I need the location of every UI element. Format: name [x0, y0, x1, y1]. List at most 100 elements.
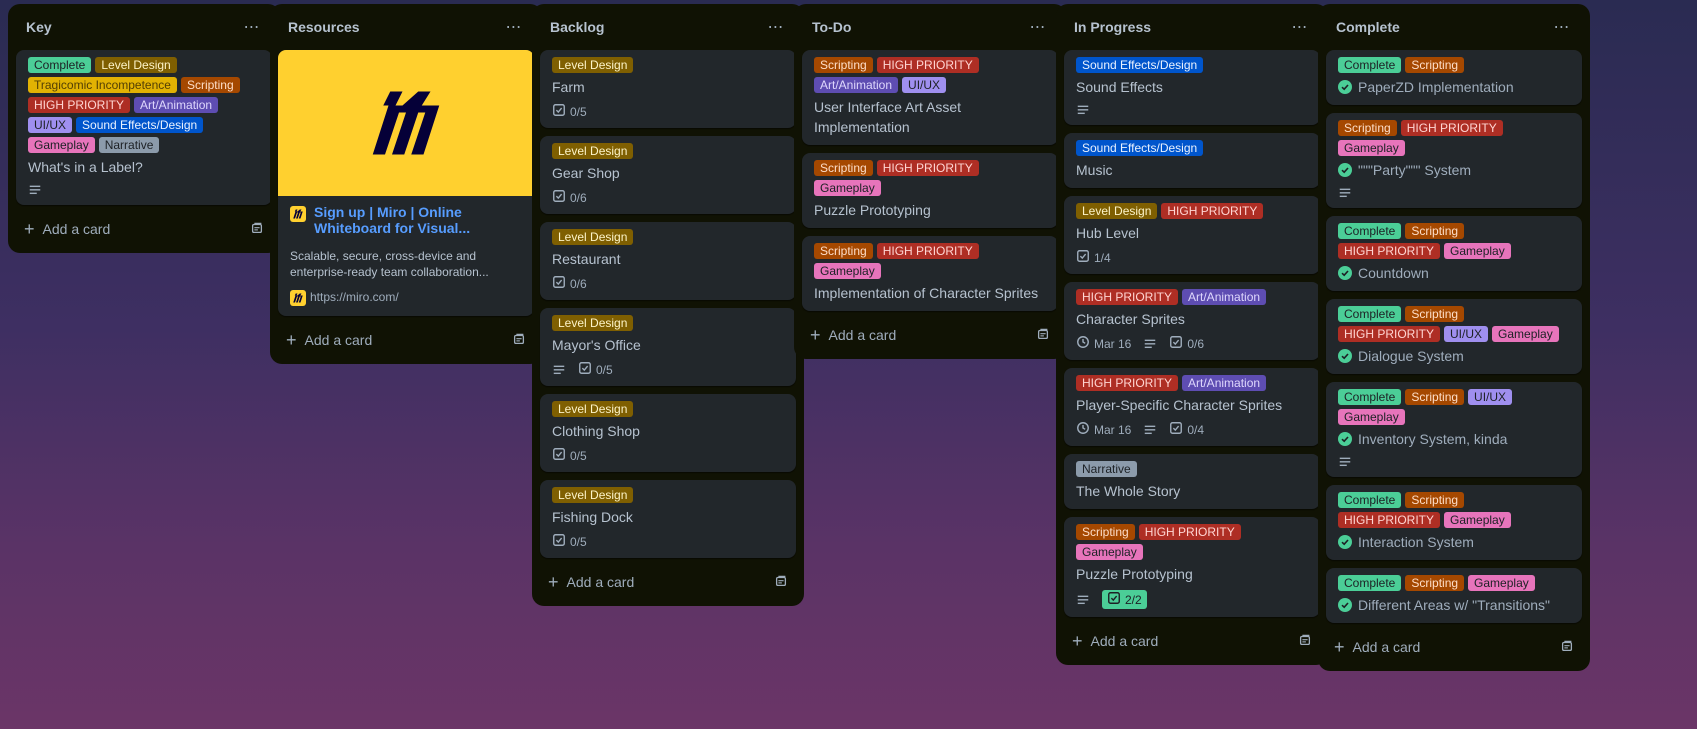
card[interactable]: Narrative The Whole Story — [1064, 454, 1320, 509]
card-template-icon[interactable] — [1298, 633, 1312, 650]
more-horizontal-icon[interactable]: ⋯ — [1026, 17, 1050, 37]
label-sound-effects-design[interactable]: Sound Effects/Design — [76, 117, 204, 133]
label-ui-ux[interactable]: UI/UX — [1468, 389, 1513, 405]
label-complete[interactable]: Complete — [1338, 57, 1402, 73]
label-scripting[interactable]: Scripting — [1405, 389, 1465, 405]
label-ui-ux[interactable]: UI/UX — [1444, 326, 1489, 342]
label-scripting[interactable]: Scripting — [814, 57, 873, 73]
label-gameplay[interactable]: Gameplay — [1444, 243, 1511, 259]
label-high-priority[interactable]: HIGH PRIORITY — [1138, 524, 1241, 540]
label-high-priority[interactable]: HIGH PRIORITY — [1400, 120, 1503, 136]
due-date-badge[interactable]: Mar 16 — [1076, 335, 1131, 352]
label-gameplay[interactable]: Gameplay — [28, 137, 95, 153]
list-title[interactable]: In Progress — [1074, 19, 1151, 35]
card[interactable]: Complete Scripting HIGH PRIORITY UI/UX Gamep… — [1326, 299, 1582, 374]
list-title[interactable]: To-Do — [812, 19, 851, 35]
card[interactable]: Complete Scripting UI/UX Gameplay Inventory … — [1326, 382, 1582, 477]
label-ui-ux[interactable]: UI/UX — [28, 117, 73, 133]
check-circle-icon[interactable] — [1338, 266, 1352, 280]
card[interactable]: Complete Scripting HIGH PRIORITY Gameplay In… — [1326, 485, 1582, 560]
add-card-button[interactable]: + Add a card — [1334, 638, 1420, 656]
card[interactable]: Complete Scripting Gameplay Different Areas… — [1326, 568, 1582, 623]
link-title-row[interactable]: Sign up | Miro | Online Whiteboard for V… — [290, 204, 522, 236]
label-complete[interactable]: Complete — [1338, 575, 1402, 591]
check-circle-icon[interactable] — [1338, 80, 1352, 94]
label-gameplay[interactable]: Gameplay — [814, 180, 881, 196]
link-title[interactable]: Sign up | Miro | Online Whiteboard for V… — [314, 204, 522, 236]
label-high-priority[interactable]: HIGH PRIORITY — [1076, 375, 1179, 391]
list-title[interactable]: Complete — [1336, 19, 1400, 35]
check-circle-icon[interactable] — [1338, 432, 1352, 446]
more-horizontal-icon[interactable]: ⋯ — [502, 17, 526, 37]
label-sound-effects-design[interactable]: Sound Effects/Design — [1076, 140, 1204, 156]
label-complete[interactable]: Complete — [28, 57, 92, 73]
card[interactable]: Level Design HIGH PRIORITY Hub Level 1/4 — [1064, 196, 1320, 274]
add-card-button[interactable]: + Add a card — [548, 573, 634, 591]
card[interactable]: Sound Effects/Design Sound Effects — [1064, 50, 1320, 125]
label-level-design[interactable]: Level Design — [552, 315, 634, 331]
more-horizontal-icon[interactable]: ⋯ — [764, 17, 788, 37]
label-gameplay[interactable]: Gameplay — [1492, 326, 1559, 342]
label-ui-ux[interactable]: UI/UX — [902, 77, 947, 93]
label-art-animation[interactable]: Art/Animation — [1182, 375, 1267, 391]
label-tragicomic-incompetence[interactable]: Tragicomic Incompetence — [28, 77, 177, 93]
label-gameplay[interactable]: Gameplay — [1468, 575, 1535, 591]
card[interactable]: Level Design Clothing Shop 0/5 — [540, 394, 796, 472]
label-scripting[interactable]: Scripting — [180, 77, 240, 93]
label-gameplay[interactable]: Gameplay — [1076, 544, 1143, 560]
label-art-animation[interactable]: Art/Animation — [134, 97, 219, 113]
label-high-priority[interactable]: HIGH PRIORITY — [1338, 512, 1441, 528]
card-template-icon[interactable] — [1560, 639, 1574, 656]
card[interactable]: Complete Scripting PaperZD Implementation — [1326, 50, 1582, 105]
label-high-priority[interactable]: HIGH PRIORITY — [28, 97, 131, 113]
label-scripting[interactable]: Scripting — [814, 243, 873, 259]
card[interactable]: Complete Level Design Tragicomic Incompete… — [16, 50, 272, 205]
list-title[interactable]: Backlog — [550, 19, 604, 35]
list-title[interactable]: Key — [26, 19, 52, 35]
link-cover-image[interactable] — [278, 50, 534, 196]
card[interactable]: Scripting HIGH PRIORITY Gameplay Implementa… — [802, 236, 1058, 311]
label-gameplay[interactable]: Gameplay — [1444, 512, 1511, 528]
label-level-design[interactable]: Level Design — [552, 401, 634, 417]
add-card-button[interactable]: + Add a card — [24, 220, 110, 238]
more-horizontal-icon[interactable]: ⋯ — [240, 17, 264, 37]
label-high-priority[interactable]: HIGH PRIORITY — [876, 57, 979, 73]
label-scripting[interactable]: Scripting — [1405, 306, 1465, 322]
more-horizontal-icon[interactable]: ⋯ — [1550, 17, 1574, 37]
label-gameplay[interactable]: Gameplay — [814, 263, 881, 279]
label-level-design[interactable]: Level Design — [552, 143, 634, 159]
check-circle-icon[interactable] — [1338, 535, 1352, 549]
link-card[interactable]: Sign up | Miro | Online Whiteboard for V… — [278, 50, 534, 316]
label-level-design[interactable]: Level Design — [552, 229, 634, 245]
label-scripting[interactable]: Scripting — [1405, 575, 1465, 591]
label-scripting[interactable]: Scripting — [1405, 492, 1465, 508]
label-sound-effects-design[interactable]: Sound Effects/Design — [1076, 57, 1204, 73]
link-url[interactable]: https://miro.com/ — [290, 288, 522, 306]
card-template-icon[interactable] — [512, 332, 526, 349]
label-narrative[interactable]: Narrative — [98, 137, 160, 153]
add-card-button[interactable]: + Add a card — [1072, 632, 1158, 650]
card-template-icon[interactable] — [250, 221, 264, 238]
label-art-animation[interactable]: Art/Animation — [814, 77, 899, 93]
card[interactable]: Scripting HIGH PRIORITY Gameplay Puzzle Pro… — [1064, 517, 1320, 617]
card[interactable]: Complete Scripting HIGH PRIORITY Gameplay Co… — [1326, 216, 1582, 291]
label-level-design[interactable]: Level Design — [552, 57, 634, 73]
card[interactable]: HIGH PRIORITY Art/Animation Character Spri… — [1064, 282, 1320, 360]
label-level-design[interactable]: Level Design — [1076, 203, 1158, 219]
label-gameplay[interactable]: Gameplay — [1338, 140, 1405, 156]
card-template-icon[interactable] — [774, 574, 788, 591]
card[interactable]: Level Design Mayor's Office 0/5 — [540, 308, 796, 386]
label-art-animation[interactable]: Art/Animation — [1182, 289, 1267, 305]
label-high-priority[interactable]: HIGH PRIORITY — [1076, 289, 1179, 305]
check-circle-icon[interactable] — [1338, 349, 1352, 363]
label-complete[interactable]: Complete — [1338, 223, 1402, 239]
card[interactable]: HIGH PRIORITY Art/Animation Player-Specifi… — [1064, 368, 1320, 446]
label-high-priority[interactable]: HIGH PRIORITY — [876, 243, 979, 259]
label-complete[interactable]: Complete — [1338, 389, 1402, 405]
label-scripting[interactable]: Scripting — [1076, 524, 1135, 540]
check-circle-icon[interactable] — [1338, 598, 1352, 612]
card[interactable]: Level Design Restaurant 0/6 — [540, 222, 796, 300]
card[interactable]: Level Design Farm 0/5 — [540, 50, 796, 128]
label-level-design[interactable]: Level Design — [95, 57, 177, 73]
more-horizontal-icon[interactable]: ⋯ — [1288, 17, 1312, 37]
